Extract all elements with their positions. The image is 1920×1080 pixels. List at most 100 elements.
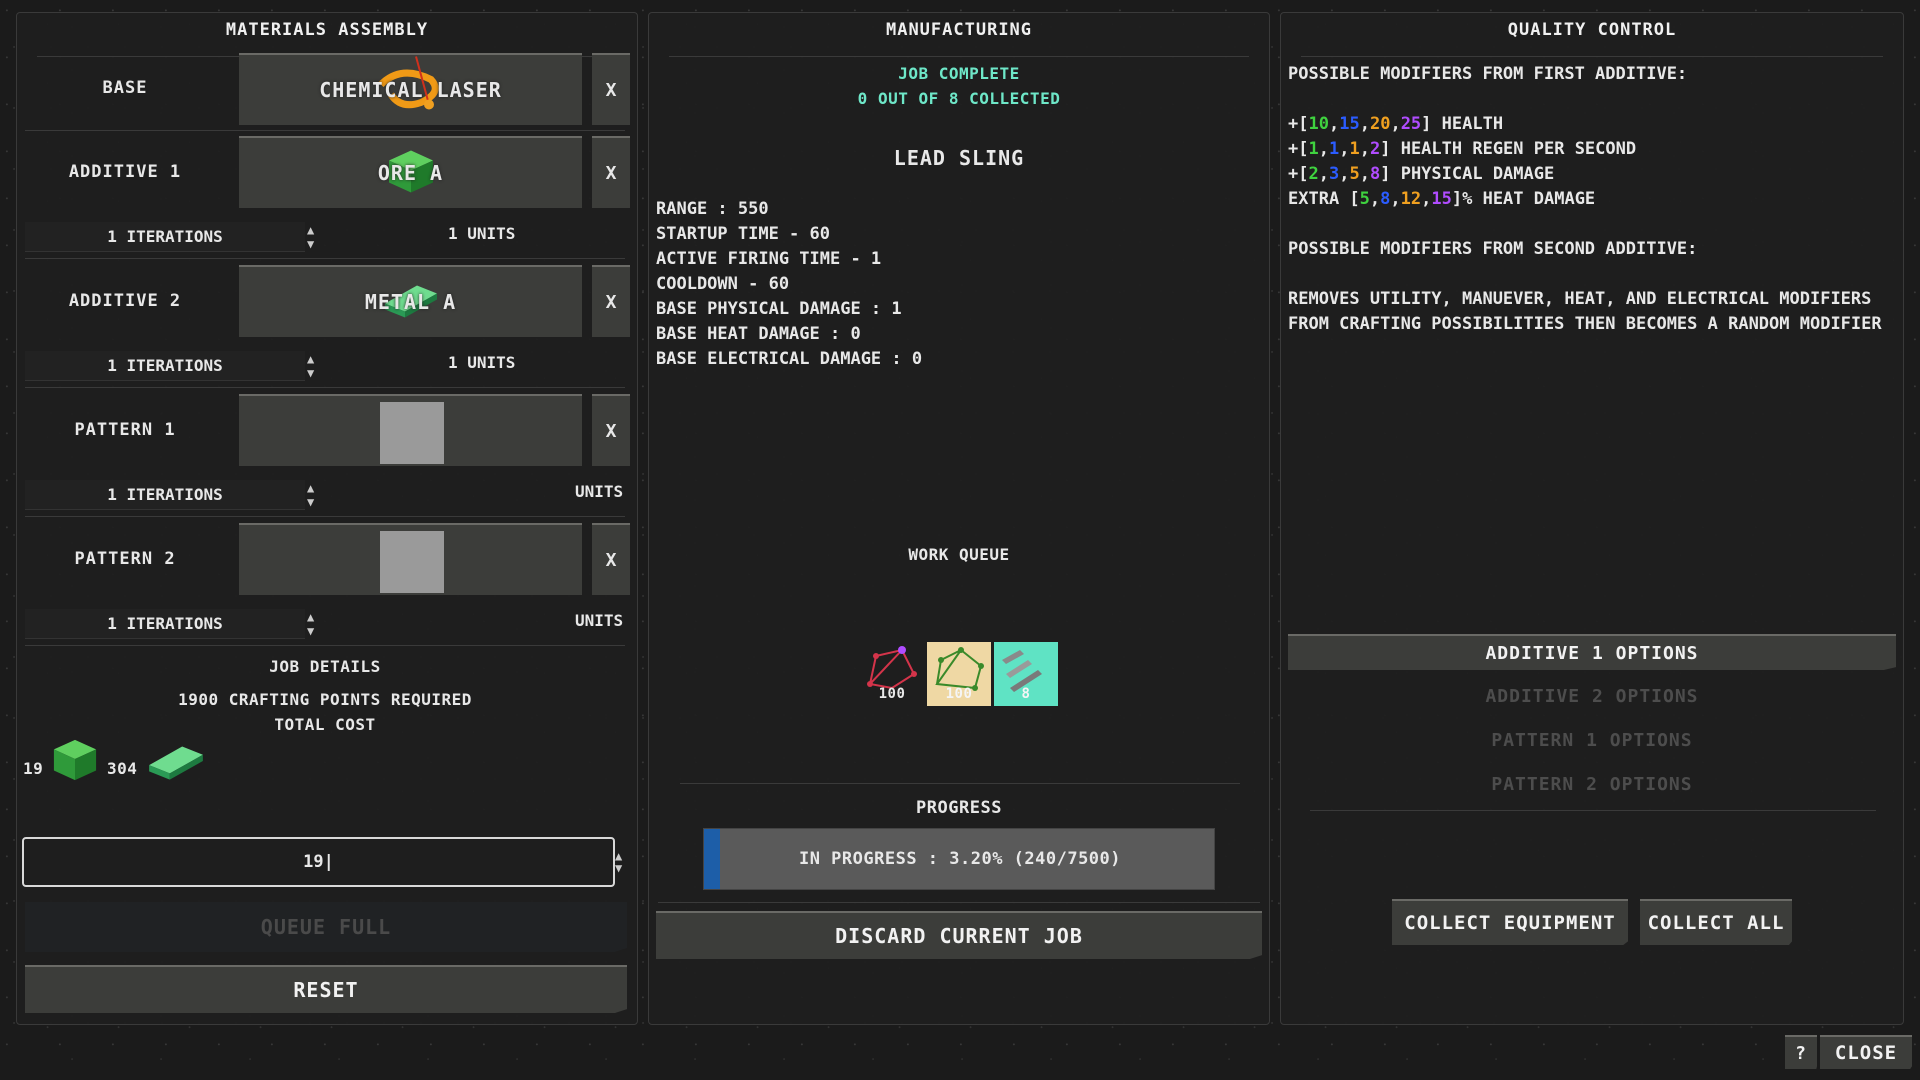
modifier-list: +[10,15,20,25] HEALTH +[1,1,1,2] HEALTH R… [1288,112,1888,212]
collected-status: 0 OUT OF 8 COLLECTED [857,89,1061,108]
modifier-tier-value: 3 [1328,164,1340,184]
modifier-tier-value: 5 [1349,164,1360,184]
additive2-options-tab[interactable]: ADDITIVE 2 OPTIONS [1288,686,1896,707]
modifier-tier-value: 10 [1308,114,1329,134]
pattern2-iterations[interactable]: 1 ITERATIONS ▲ ▼ [25,609,314,639]
queue-item[interactable]: 100 [927,642,991,706]
modifier-separator: , [1369,189,1381,209]
queue-item[interactable]: 8 [994,642,1058,706]
pattern1-slot[interactable] [239,394,582,466]
modifier-separator: , [1390,114,1401,134]
stat-cooldown: COOLDOWN - 60 [656,274,790,294]
additive1-units: 1 UNITS [448,224,516,243]
help-button[interactable]: ? [1785,1035,1817,1069]
crafting-points: 1900 CRAFTING POINTS REQUIRED [178,690,472,709]
pattern2-slot[interactable] [239,523,582,595]
modifier-suffix: ] PHYSICAL DAMAGE [1380,164,1555,184]
progress-title: PROGRESS [916,798,1002,818]
stat-startup: STARTUP TIME - 60 [656,224,830,244]
modifier-tier-value: 25 [1400,114,1422,134]
modifier-prefix: +[ [1288,139,1309,159]
divider [25,258,625,259]
close-button[interactable]: CLOSE [1820,1035,1912,1069]
progress-text: IN PROGRESS : 3.20% (240/7500) [798,849,1122,869]
stat-heat-damage: BASE HEAT DAMAGE : 0 [656,324,861,344]
spinner-icon[interactable]: ▲ ▼ [307,223,314,251]
divider [25,645,625,646]
second-additive-text: REMOVES UTILITY, MANUEVER, HEAT, AND ELE… [1288,289,1882,334]
pattern1-options-tab[interactable]: PATTERN 1 OPTIONS [1288,730,1896,751]
modifier-separator: , [1328,114,1340,134]
additive1-iterations[interactable]: 1 ITERATIONS ▲ ▼ [25,222,314,252]
modifier-line: EXTRA [5,8,12,15]% HEAT DAMAGE [1288,187,1888,212]
queue-item-count: 100 [945,686,973,702]
base-item-name: CHEMICAL LASER [319,78,502,102]
modifier-separator: , [1359,139,1370,159]
modifier-tier-value: 20 [1369,114,1391,134]
stat-physical-damage: BASE PHYSICAL DAMAGE : 1 [656,299,902,319]
pattern2-units: UNITS [575,611,624,630]
quantity-spinner-icon[interactable]: ▲ ▼ [615,850,622,874]
iterations-label: 1 ITERATIONS [107,614,223,633]
pattern2-remove-button[interactable]: X [592,523,630,595]
reset-button[interactable]: RESET [25,965,627,1013]
discard-job-button[interactable]: DISCARD CURRENT JOB [656,911,1262,959]
additive1-remove-button[interactable]: X [592,136,630,208]
base-remove-button[interactable]: X [592,53,630,125]
spinner-icon[interactable]: ▲ ▼ [307,610,314,638]
first-additive-header: POSSIBLE MODIFIERS FROM FIRST ADDITIVE: [1288,64,1688,84]
empty-slot-placeholder [380,531,444,593]
modifier-separator: , [1339,139,1350,159]
iterations-label: 1 ITERATIONS [107,227,223,246]
modifier-suffix: ] HEALTH [1421,114,1504,134]
metal-bar-icon [145,740,207,786]
base-label: BASE [102,78,148,98]
work-queue-title: WORK QUEUE [908,545,1010,564]
modifier-suffix: ]% HEAT DAMAGE [1451,189,1596,209]
quantity-input[interactable]: 19 | [22,837,615,887]
pattern1-iterations[interactable]: 1 ITERATIONS ▲ ▼ [25,480,314,510]
pattern1-remove-button[interactable]: X [592,394,630,466]
modifier-line: +[2,3,5,8] PHYSICAL DAMAGE [1288,162,1888,187]
empty-slot-placeholder [380,402,444,464]
modifier-tier-value: 1 [1328,139,1340,159]
additive2-remove-button[interactable]: X [592,265,630,337]
additive1-options-tab[interactable]: ADDITIVE 1 OPTIONS [1288,634,1896,670]
collect-all-button[interactable]: COLLECT ALL [1640,899,1792,945]
modifier-separator: , [1318,139,1329,159]
modifier-suffix: ] HEALTH REGEN PER SECOND [1380,139,1637,159]
spinner-icon[interactable]: ▲ ▼ [307,352,314,380]
second-additive-header: POSSIBLE MODIFIERS FROM SECOND ADDITIVE: [1288,239,1698,259]
spinner-icon[interactable]: ▲ ▼ [307,481,314,509]
base-slot[interactable]: CHEMICAL LASER [239,53,582,125]
modifier-separator: , [1421,189,1432,209]
additive2-iterations[interactable]: 1 ITERATIONS ▲ ▼ [25,351,314,381]
modifier-separator: , [1318,164,1329,184]
iterations-label: 1 ITERATIONS [107,485,223,504]
modifier-tier-value: 8 [1369,164,1381,184]
modifier-prefix: +[ [1288,164,1309,184]
additive2-item-name: METAL A [364,290,457,314]
ore-crate-icon [48,736,102,786]
materials-title: MATERIALS ASSEMBLY [17,13,637,57]
additive2-slot[interactable]: METAL A [239,265,582,337]
modifier-tier-value: 15 [1339,114,1360,134]
quality-title: QUALITY CONTROL [1281,13,1903,57]
pattern1-label: PATTERN 1 [74,420,176,440]
pattern2-options-tab[interactable]: PATTERN 2 OPTIONS [1288,774,1896,795]
modifier-separator: , [1390,189,1401,209]
additive1-label: ADDITIVE 1 [68,162,182,182]
queue-item[interactable]: 100 [860,642,924,706]
modifier-tier-value: 12 [1400,189,1422,209]
queue-full-button[interactable]: QUEUE FULL [25,902,627,952]
modifier-tier-value: 2 [1308,164,1319,184]
divider [25,387,625,388]
modifier-tier-value: 1 [1349,139,1360,159]
pattern2-label: PATTERN 2 [74,549,176,569]
additive1-slot[interactable]: ORE A [239,136,582,208]
modifier-tier-value: 2 [1369,139,1381,159]
collect-equipment-button[interactable]: COLLECT EQUIPMENT [1392,899,1628,945]
additive2-label: ADDITIVE 2 [68,291,182,311]
